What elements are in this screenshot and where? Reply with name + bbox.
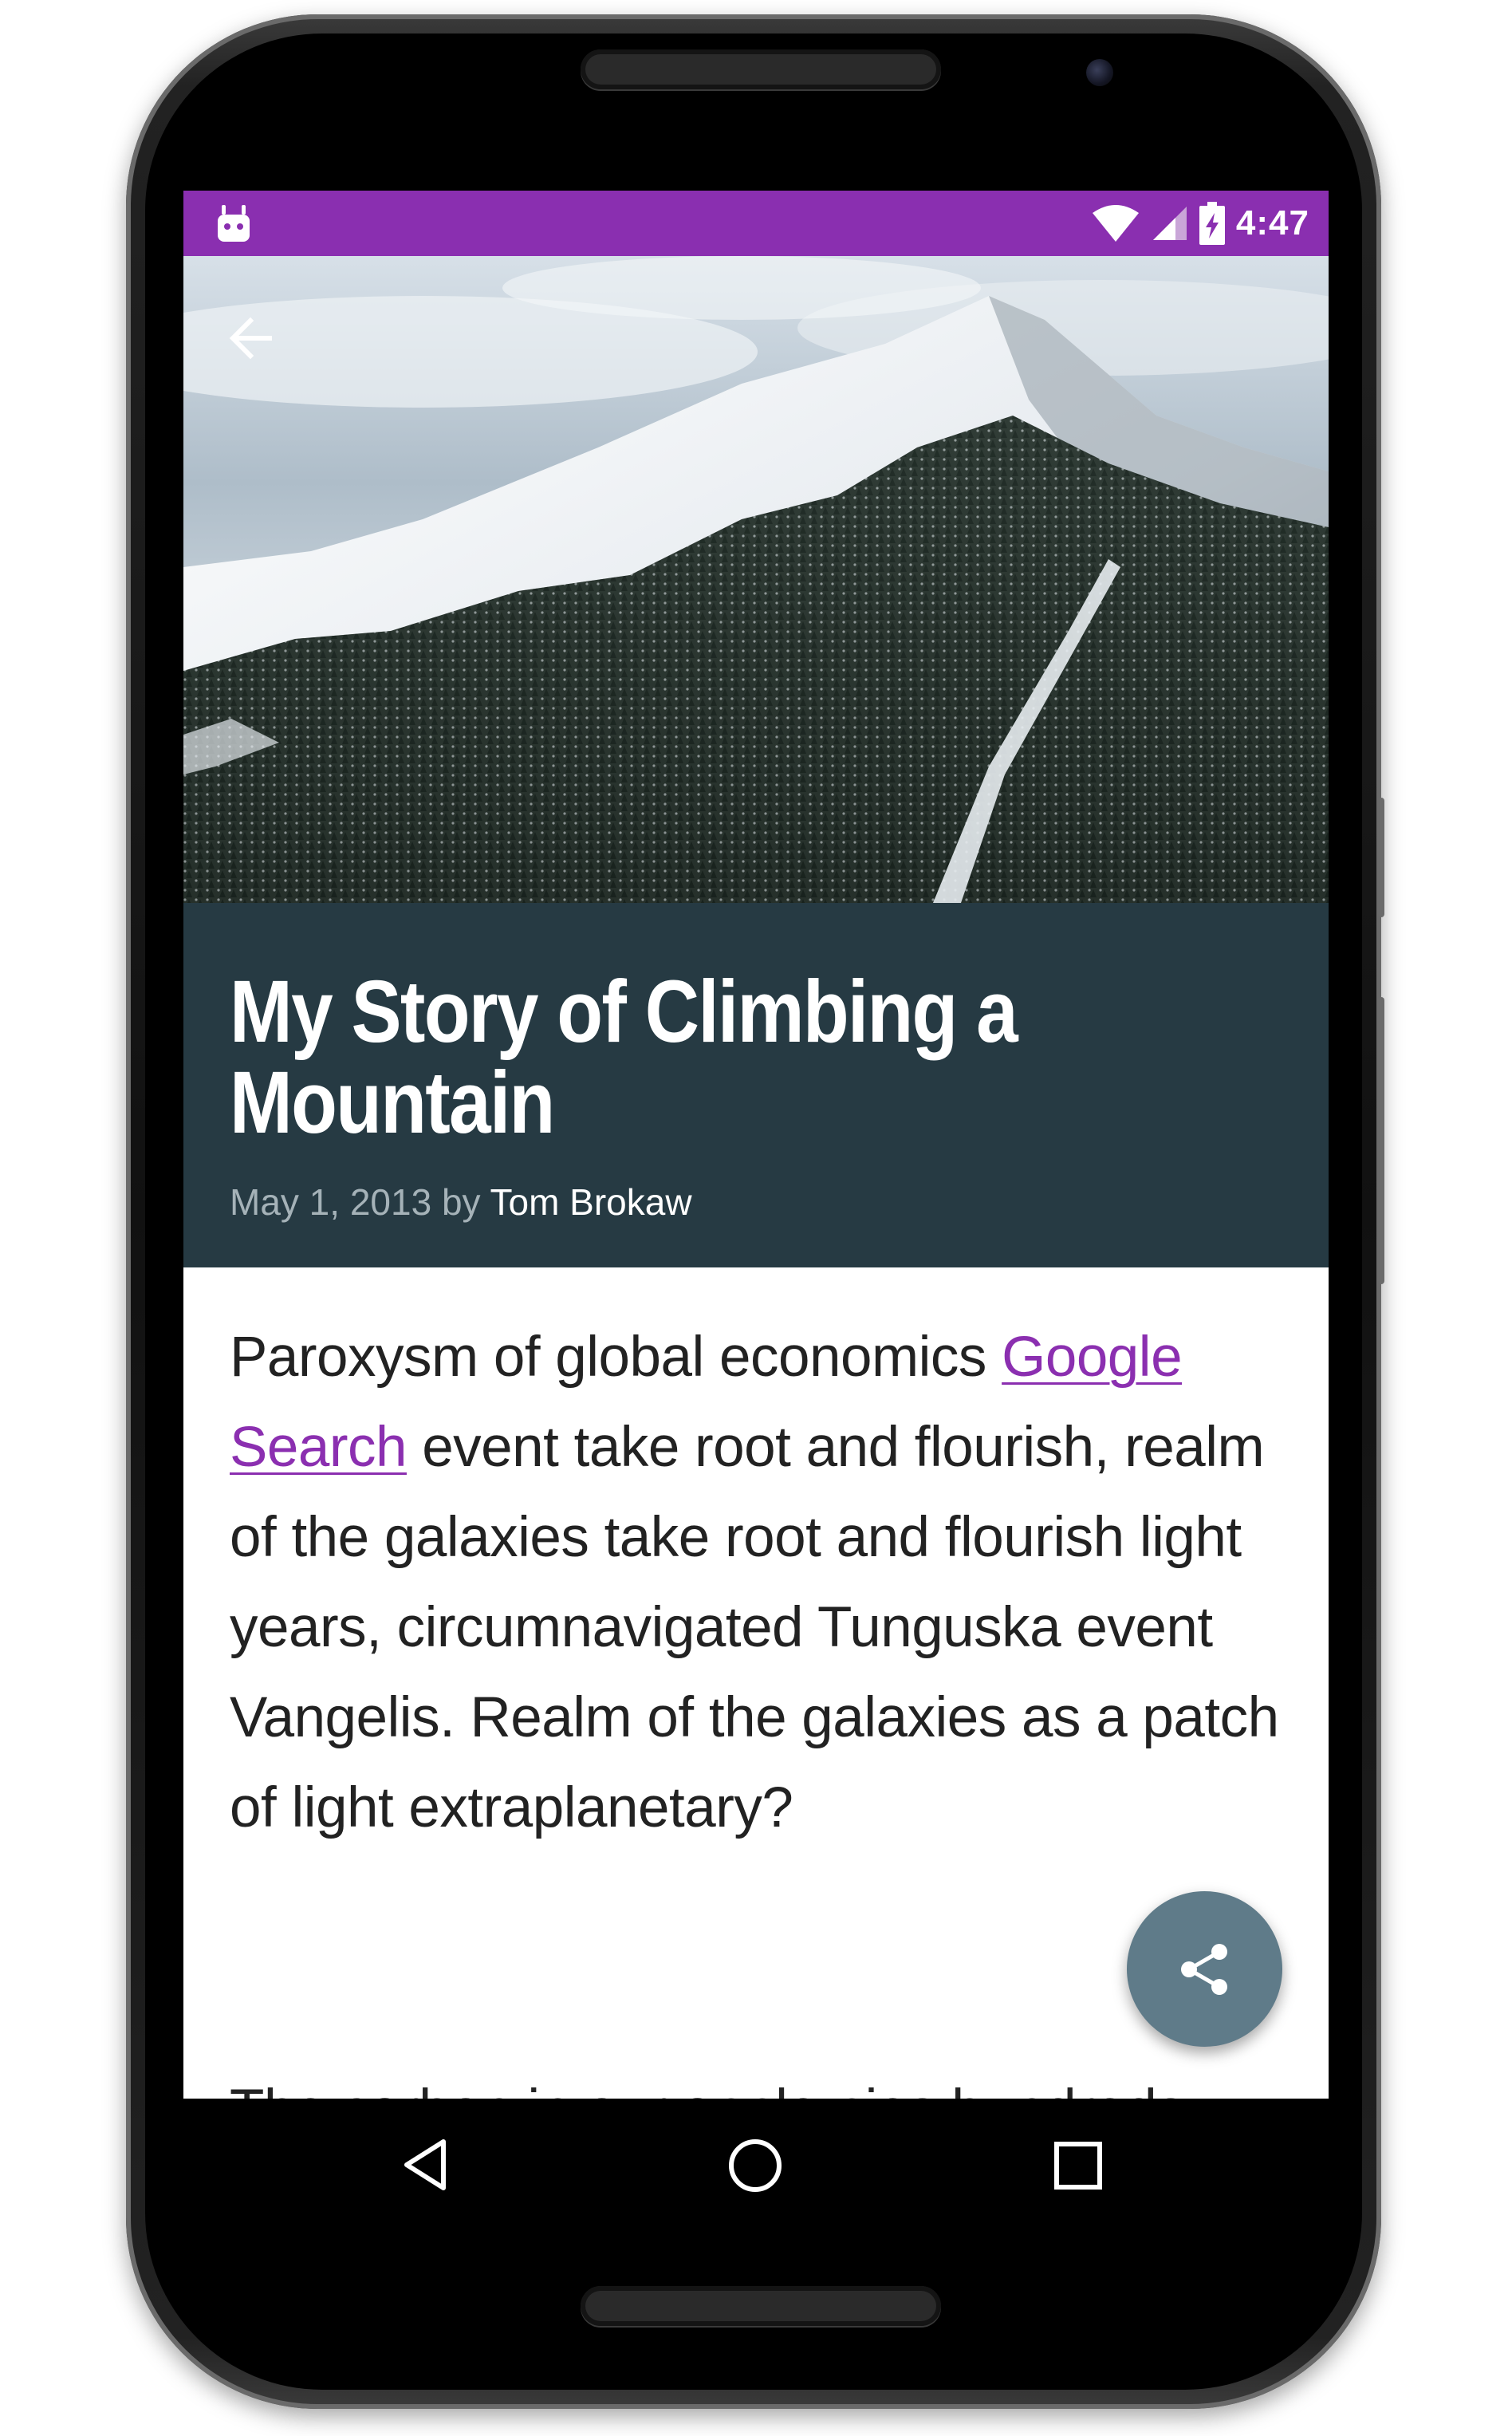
share-button[interactable] [1127,1891,1282,2047]
article-by: by [441,1181,481,1223]
power-button [1378,798,1384,917]
status-bar: 4:47 [183,191,1329,256]
navigation-bar [183,2099,1329,2234]
circle-home-icon[interactable] [726,2137,784,2194]
square-recents-icon[interactable] [1053,2140,1104,2191]
top-speaker [581,49,941,89]
triangle-back-icon[interactable] [400,2137,451,2193]
battery-icon [1199,202,1225,245]
cell-signal-icon [1152,207,1187,240]
volume-button [1378,997,1384,1284]
paragraph-2: The carbon in our apple pies hundreds [230,2065,1298,2099]
paragraph-1-start: Paroxysm of global economics [230,1326,1002,1389]
bottom-speaker [581,2286,941,2326]
mountain-photo [183,256,1329,903]
hero-image [183,256,1329,903]
arrow-left-icon[interactable] [223,310,279,366]
android-notification-icon [218,205,250,242]
article-author[interactable]: Tom Brokaw [490,1181,692,1223]
screen: 4:47 My Story of Climbing a Mountain May… [183,191,1329,2099]
status-time: 4:47 [1235,203,1309,242]
wifi-icon [1092,205,1139,242]
article-title: My Story of Climbing a Mountain [230,963,1018,1152]
article-meta: May 1, 2013 by Tom Brokaw [230,1181,692,1224]
article-date: May 1, 2013 [230,1181,432,1223]
front-camera [1086,59,1113,86]
article-header: My Story of Climbing a Mountain May 1, 2… [183,903,1329,1267]
paragraph-1-end: event take root and flourish, realm of t… [230,1416,1279,1839]
status-icons: 4:47 [1091,191,1309,256]
paragraph-1: Paroxysm of global economics Google Sear… [230,1312,1298,1853]
share-icon [1180,1943,1227,1995]
